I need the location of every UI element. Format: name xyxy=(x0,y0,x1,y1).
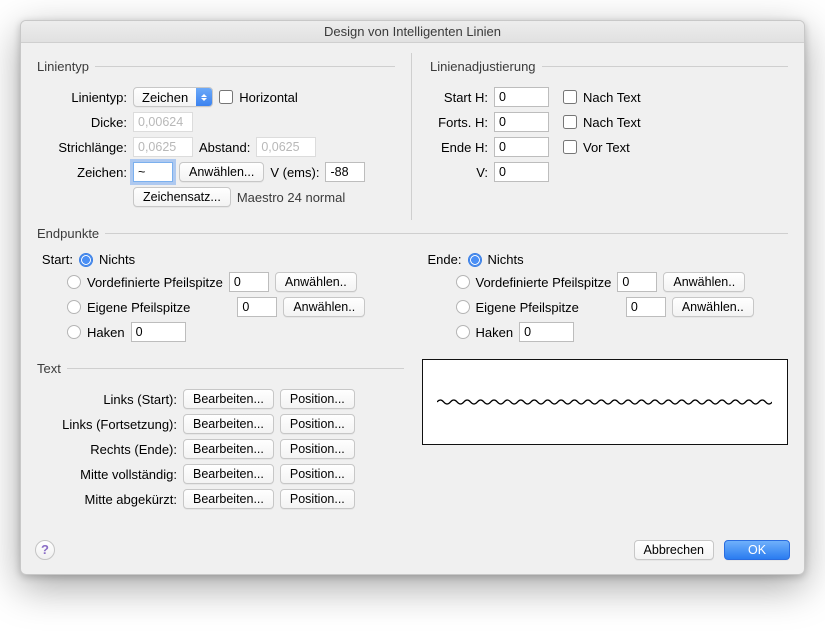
button-zeichensatz[interactable]: Zeichensatz... xyxy=(133,187,231,207)
label-zeichen: Zeichen: xyxy=(37,165,127,180)
input-abstand xyxy=(256,137,316,157)
button-rechts-ende-position[interactable]: Position... xyxy=(280,439,355,459)
button-links-forts-bearbeiten[interactable]: Bearbeiten... xyxy=(183,414,274,434)
button-links-start-bearbeiten[interactable]: Bearbeiten... xyxy=(183,389,274,409)
legend-adjust: Linienadjustierung xyxy=(430,59,542,74)
label-rechts-ende: Rechts (Ende): xyxy=(37,442,177,457)
label-links-start: Links (Start): xyxy=(37,392,177,407)
line-preview xyxy=(422,359,789,445)
input-ende-h[interactable] xyxy=(494,137,549,157)
radio-start-nichts[interactable]: Nichts xyxy=(79,252,135,267)
input-ende-eigene[interactable] xyxy=(626,297,666,317)
radio-start-eigene[interactable]: Eigene Pfeilspitze xyxy=(67,300,190,315)
button-start-eigene-anwaehlen[interactable]: Anwählen.. xyxy=(283,297,365,317)
radio-ende-nichts[interactable]: Nichts xyxy=(468,252,524,267)
radio-start-vordef[interactable]: Vordefinierte Pfeilspitze xyxy=(67,275,223,290)
cancel-button[interactable]: Abbrechen xyxy=(634,540,714,560)
label-ende-h: Ende H: xyxy=(430,140,488,155)
help-icon[interactable]: ? xyxy=(35,540,55,560)
button-links-forts-position[interactable]: Position... xyxy=(280,414,355,434)
button-mitte-abgek-position[interactable]: Position... xyxy=(280,489,355,509)
label-links-forts: Links (Fortsetzung): xyxy=(37,417,177,432)
radio-ende-haken[interactable]: Haken xyxy=(456,325,514,340)
input-v-ems[interactable] xyxy=(325,162,365,182)
group-text: Text Links (Start): Bearbeiten... Positi… xyxy=(37,361,404,514)
label-linientyp: Linientyp: xyxy=(37,90,127,105)
input-ende-haken[interactable] xyxy=(519,322,574,342)
button-ende-eigene-anwaehlen[interactable]: Anwählen.. xyxy=(672,297,754,317)
button-start-vordef-anwaehlen[interactable]: Anwählen.. xyxy=(275,272,357,292)
label-forts-h: Forts. H: xyxy=(430,115,488,130)
label-dicke: Dicke: xyxy=(37,115,127,130)
group-adjust: Linienadjustierung Start H: Nach Text Fo… xyxy=(430,59,788,187)
label-start-h: Start H: xyxy=(430,90,488,105)
ok-button[interactable]: OK xyxy=(724,540,790,560)
label-endpoint-ende: Ende: xyxy=(426,252,462,267)
group-linientyp: Linientyp Linientyp: Zeichen Horizontal xyxy=(37,59,395,212)
label-mitte-abgek: Mitte abgekürzt: xyxy=(37,492,177,507)
radio-start-haken[interactable]: Haken xyxy=(67,325,125,340)
input-dicke xyxy=(133,112,193,132)
legend-text: Text xyxy=(37,361,67,376)
button-links-start-position[interactable]: Position... xyxy=(280,389,355,409)
button-zeichen-anwaehlen[interactable]: Anwählen... xyxy=(179,162,264,182)
checkbox-forts-nach-text[interactable]: Nach Text xyxy=(563,115,641,130)
label-font-info: Maestro 24 normal xyxy=(237,190,345,205)
input-v[interactable] xyxy=(494,162,549,182)
group-endpoints: Endpunkte Start: Nichts Vordefinierte Pf… xyxy=(37,226,788,347)
label-horizontal: Horizontal xyxy=(239,90,298,105)
dialog-window: Design von Intelligenten Linien Linienty… xyxy=(20,20,805,575)
chevron-updown-icon xyxy=(196,88,212,106)
button-rechts-ende-bearbeiten[interactable]: Bearbeiten... xyxy=(183,439,274,459)
button-mitte-vollst-position[interactable]: Position... xyxy=(280,464,355,484)
radio-ende-eigene[interactable]: Eigene Pfeilspitze xyxy=(456,300,579,315)
input-start-eigene[interactable] xyxy=(237,297,277,317)
checkbox-ende-vor-text[interactable]: Vor Text xyxy=(563,140,630,155)
select-linientyp[interactable]: Zeichen xyxy=(133,87,213,107)
legend-linientyp: Linientyp xyxy=(37,59,95,74)
label-endpoint-start: Start: xyxy=(37,252,73,267)
button-ende-vordef-anwaehlen[interactable]: Anwählen.. xyxy=(663,272,745,292)
checkbox-horizontal[interactable]: Horizontal xyxy=(219,90,298,105)
label-mitte-vollst: Mitte vollständig: xyxy=(37,467,177,482)
button-mitte-abgek-bearbeiten[interactable]: Bearbeiten... xyxy=(183,489,274,509)
checkbox-start-nach-text[interactable]: Nach Text xyxy=(563,90,641,105)
legend-endpoints: Endpunkte xyxy=(37,226,105,241)
input-start-haken[interactable] xyxy=(131,322,186,342)
input-start-vordef[interactable] xyxy=(229,272,269,292)
label-strichlaenge: Strichlänge: xyxy=(37,140,127,155)
label-v-ems: V (ems): xyxy=(270,165,319,180)
input-start-h[interactable] xyxy=(494,87,549,107)
titlebar: Design von Intelligenten Linien xyxy=(21,21,804,43)
input-ende-vordef[interactable] xyxy=(617,272,657,292)
button-mitte-vollst-bearbeiten[interactable]: Bearbeiten... xyxy=(183,464,274,484)
radio-ende-vordef[interactable]: Vordefinierte Pfeilspitze xyxy=(456,275,612,290)
label-v: V: xyxy=(430,165,488,180)
input-zeichen[interactable] xyxy=(133,162,173,182)
input-strichlaenge xyxy=(133,137,193,157)
input-forts-h[interactable] xyxy=(494,112,549,132)
label-abstand: Abstand: xyxy=(199,140,250,155)
